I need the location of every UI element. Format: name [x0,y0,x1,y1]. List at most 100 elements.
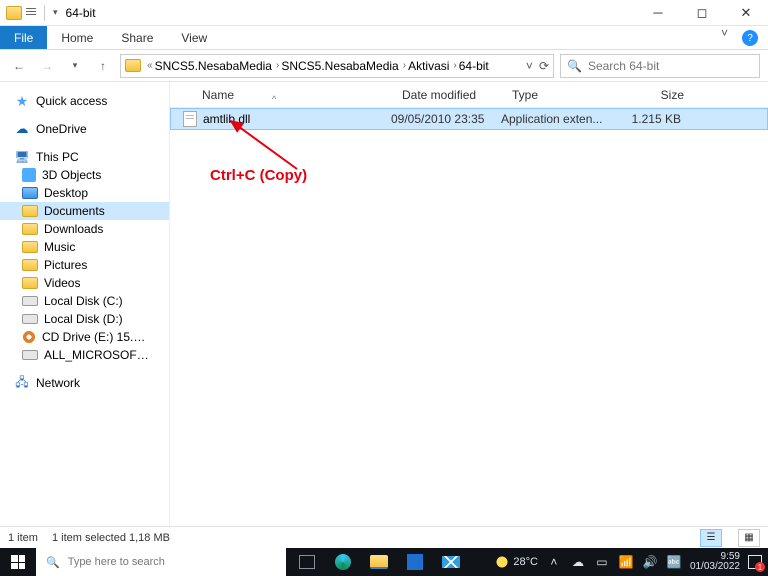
system-tray: 28°C ˄ ☁ ▭ 📶 🔊 🔤 9:59 01/03/2022 [495,552,768,573]
file-list: ^ Name Date modified Type Size amtlib.dl… [170,82,768,526]
properties-icon[interactable] [26,8,36,18]
store-button[interactable] [398,548,432,576]
sidebar-item-onedrive[interactable]: ☁OneDrive [0,120,169,138]
sidebar-item-drive-d[interactable]: Local Disk (D:) [0,310,169,328]
chevron-right-icon[interactable]: « [147,60,153,71]
explorer-button[interactable] [362,548,396,576]
folder-icon [125,59,141,72]
breadcrumb[interactable]: « SNCS5.NesabaMedia› SNCS5.NesabaMedia› … [120,54,554,78]
network-icon: 🖧 [14,376,30,390]
search-placeholder: Search 64-bit [588,59,659,73]
folder-icon [370,555,388,569]
taskbar-search-placeholder: Type here to search [68,556,165,568]
tab-file[interactable]: File [0,26,47,49]
folder-icon [6,6,22,20]
weather-widget[interactable]: 28°C [495,555,538,569]
date: 01/03/2022 [690,562,740,573]
windows-icon [11,555,25,569]
edge-icon [335,554,351,570]
column-date[interactable]: Date modified [402,88,512,102]
desktop-icon [22,187,38,199]
column-size[interactable]: Size [622,88,692,102]
task-view-icon [299,555,315,569]
minimize-button[interactable]: ─ [636,0,680,26]
sidebar-item-drive-c[interactable]: Local Disk (C:) [0,292,169,310]
sidebar-item-documents[interactable]: Documents [0,202,169,220]
star-icon: ★ [14,94,30,108]
chevron-right-icon[interactable]: › [276,60,279,71]
volume-icon[interactable]: 🔊 [642,555,658,569]
status-item-count: 1 item [8,532,38,544]
details-view-button[interactable]: ☰ [700,529,722,547]
column-name[interactable]: Name [202,88,402,102]
taskbar: 🔍 Type here to search 28°C ˄ ☁ ▭ 📶 🔊 🔤 9… [0,548,768,576]
back-button[interactable]: ← [8,55,30,77]
pc-icon: 🖥 [14,150,30,164]
store-icon [407,554,423,570]
start-button[interactable] [0,555,36,569]
drive-icon [22,350,38,360]
cd-icon [22,330,36,344]
file-row[interactable]: amtlib.dll 09/05/2010 23:35 Application … [170,108,768,130]
sidebar-item-cd-drive[interactable]: CD Drive (E:) 15.0.4569 [0,328,169,346]
tab-home[interactable]: Home [47,26,107,49]
refresh-icon[interactable]: ⟳ [539,59,549,73]
sidebar-item-quick-access[interactable]: ★Quick access [0,92,169,110]
sidebar-item-downloads[interactable]: Downloads [0,220,169,238]
file-name: amtlib.dll [197,112,391,126]
up-button[interactable]: ↑ [92,55,114,77]
search-input[interactable]: 🔍 Search 64-bit [560,54,760,78]
file-type: Application exten... [501,112,611,126]
icons-view-button[interactable]: ▦ [738,529,760,547]
meet-now-icon[interactable]: ▭ [594,555,610,569]
column-type[interactable]: Type [512,88,622,102]
quick-access-toolbar: ▾ [0,5,58,21]
language-icon[interactable]: 🔤 [666,555,682,569]
forward-button[interactable]: → [36,55,58,77]
breadcrumb-item[interactable]: SNCS5.NesabaMedia [281,59,398,73]
address-dropdown-icon[interactable]: ˅ [526,59,533,73]
breadcrumb-item[interactable]: Aktivasi [408,59,449,73]
recent-locations-icon[interactable]: ▾ [64,55,86,77]
clock[interactable]: 9:59 01/03/2022 [690,552,740,573]
sidebar-item-3d-objects[interactable]: 3D Objects [0,166,169,184]
chevron-right-icon[interactable]: › [453,60,456,71]
annotation-text: Ctrl+C (Copy) [210,167,307,184]
taskbar-search-input[interactable]: 🔍 Type here to search [36,548,286,576]
sidebar-item-this-pc[interactable]: 🖥This PC [0,148,169,166]
sidebar-item-videos[interactable]: Videos [0,274,169,292]
videos-icon [22,277,38,289]
edge-button[interactable] [326,548,360,576]
breadcrumb-item[interactable]: 64-bit [459,59,489,73]
status-selection: 1 item selected 1,18 MB [52,532,170,544]
network-icon[interactable]: 📶 [618,555,634,569]
task-view-button[interactable] [290,548,324,576]
maximize-button[interactable]: ◻ [680,0,724,26]
help-icon[interactable]: ? [742,30,758,46]
notification-icon[interactable] [748,555,762,569]
column-headers: ^ Name Date modified Type Size [170,82,768,108]
status-bar: 1 item 1 item selected 1,18 MB ☰ ▦ [0,526,768,548]
chevron-right-icon[interactable]: › [403,60,406,71]
breadcrumb-item[interactable]: SNCS5.NesabaMedia [155,59,272,73]
sidebar-item-pictures[interactable]: Pictures [0,256,169,274]
sidebar-item-music[interactable]: Music [0,238,169,256]
title-bar: ▾ 64-bit ─ ◻ ✕ [0,0,768,26]
address-bar: ← → ▾ ↑ « SNCS5.NesabaMedia› SNCS5.Nesab… [0,50,768,82]
sidebar-item-network[interactable]: 🖧Network [0,374,169,392]
collapse-ribbon-icon[interactable]: ˅ [711,26,738,49]
temperature: 28°C [513,556,538,568]
close-button[interactable]: ✕ [724,0,768,26]
tab-share[interactable]: Share [107,26,167,49]
sidebar-item-desktop[interactable]: Desktop [0,184,169,202]
chevron-up-icon[interactable]: ˄ [546,555,562,569]
mail-button[interactable] [434,548,468,576]
sidebar-item-all-microsoft[interactable]: ALL_MICROSOFT_OFFICE [0,346,169,364]
search-icon: 🔍 [46,556,60,569]
sun-icon [495,555,509,569]
onedrive-tray-icon[interactable]: ☁ [570,555,586,569]
tab-view[interactable]: View [167,26,221,49]
documents-icon [22,205,38,217]
qat-dropdown-icon[interactable]: ▾ [53,7,58,18]
downloads-icon [22,223,38,235]
